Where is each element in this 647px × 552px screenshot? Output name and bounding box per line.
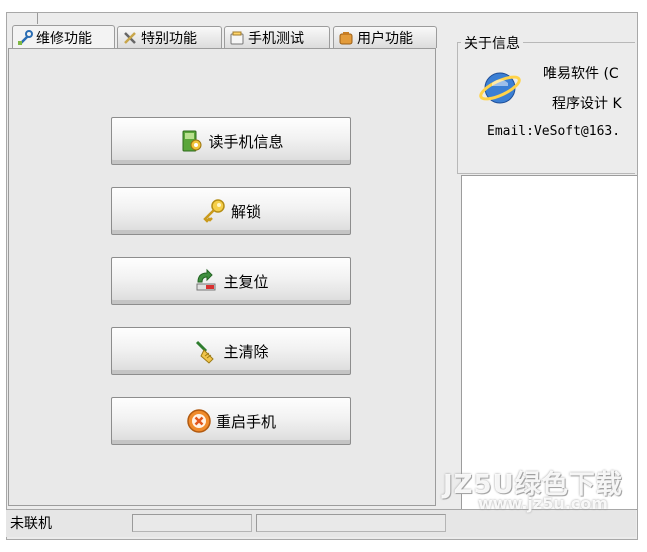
button-label: 解锁 — [230, 202, 261, 221]
watermark-url: www.jz5u.com — [478, 494, 608, 513]
title-edge — [7, 13, 38, 24]
status-panel — [256, 514, 446, 532]
restart-phone-button[interactable]: 重启手机 — [111, 397, 351, 445]
tools-icon — [124, 31, 136, 44]
tab-label: 特别功能 — [141, 30, 197, 47]
unlock-button[interactable]: 解锁 — [111, 187, 351, 235]
about-email: Email:VeSoft@163. — [487, 124, 621, 139]
read-info-icon — [182, 130, 202, 152]
phone-test-icon — [230, 31, 244, 44]
tab-label: 用户功能 — [357, 30, 413, 47]
read-phone-info-button[interactable]: 读手机信息 — [111, 117, 351, 165]
reset-icon — [196, 268, 216, 291]
tab-repair[interactable]: 维修功能 — [12, 25, 115, 49]
button-label: 主复位 — [223, 272, 269, 291]
repair-panel: 读手机信息 解锁 主复位 主清除 重启手机 — [8, 48, 436, 506]
connection-status: 未联机 — [10, 516, 52, 532]
tab-label: 手机测试 — [248, 30, 304, 47]
user-icon — [339, 31, 353, 44]
key-icon — [203, 199, 225, 223]
button-label: 重启手机 — [215, 412, 276, 431]
button-label: 读手机信息 — [208, 132, 284, 151]
status-panel — [132, 514, 252, 532]
restart-icon — [187, 409, 211, 433]
master-reset-button[interactable]: 主复位 — [111, 257, 351, 305]
status-bar: 未联机 — [6, 509, 636, 537]
ie-globe-icon — [479, 72, 521, 104]
about-company: 唯易软件 (C — [543, 66, 619, 82]
tab-label: 维修功能 — [36, 30, 92, 47]
tab-user[interactable]: 用户功能 — [333, 26, 437, 48]
master-clear-button[interactable]: 主清除 — [111, 327, 351, 375]
tab-phone-test[interactable]: 手机测试 — [224, 26, 330, 48]
about-legend: 关于信息 — [461, 33, 523, 53]
about-author: 程序设计 K — [552, 96, 622, 112]
button-label: 主清除 — [223, 342, 269, 361]
broom-icon — [196, 340, 215, 364]
output-log[interactable] — [461, 175, 637, 510]
repair-icon — [18, 29, 33, 45]
tab-special[interactable]: 特别功能 — [117, 26, 222, 48]
